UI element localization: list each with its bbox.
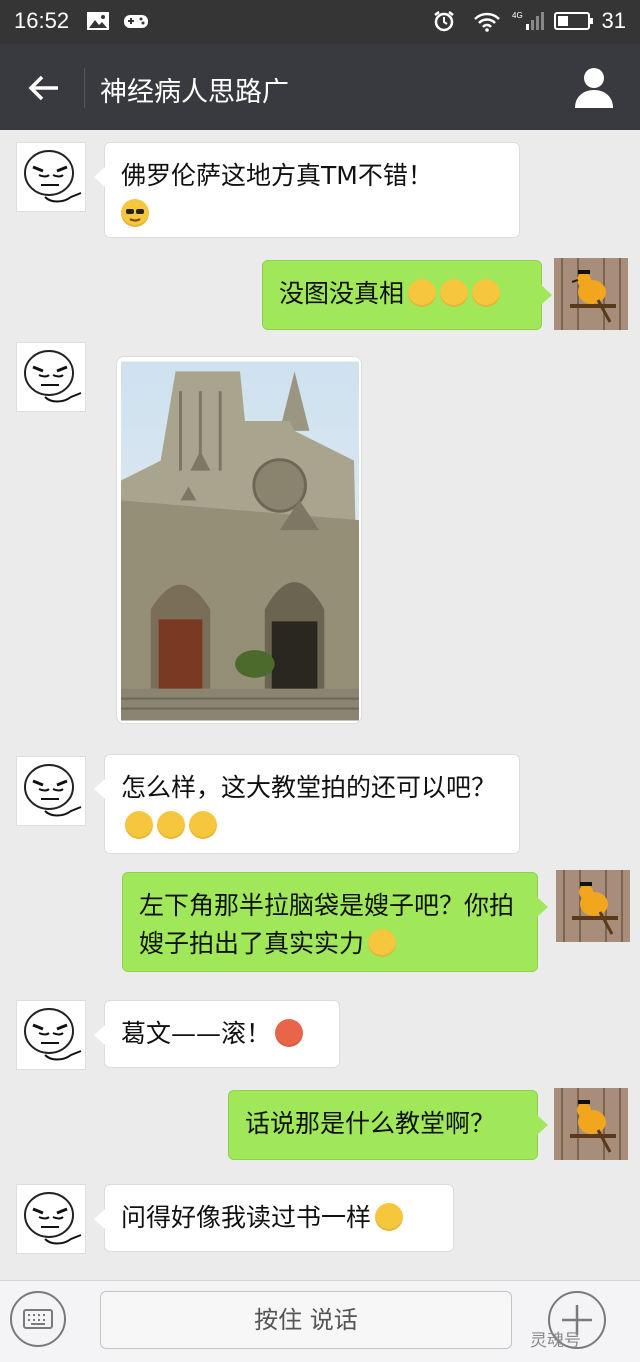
message-bubble[interactable]: 佛罗伦萨这地方真TM不错！ bbox=[94, 142, 520, 238]
my-avatar[interactable] bbox=[554, 1088, 628, 1160]
grin-face-icon bbox=[125, 811, 153, 839]
svg-text:4G: 4G bbox=[512, 11, 523, 20]
my-avatar[interactable] bbox=[554, 258, 628, 330]
my-avatar[interactable] bbox=[556, 870, 630, 942]
watermark: 灵魂号 bbox=[530, 1331, 581, 1351]
friend-avatar[interactable] bbox=[16, 1000, 86, 1070]
message-bubble[interactable]: 问得好像我读过书一样 bbox=[94, 1184, 454, 1252]
sleepy-face-icon bbox=[440, 279, 469, 307]
message-bubble[interactable]: 左下角那半拉脑袋是嫂子吧？你拍嫂子拍出了真实实力 bbox=[122, 872, 548, 972]
friend-avatar[interactable] bbox=[16, 342, 86, 412]
message-text: 话说那是什么教堂啊？ bbox=[245, 1109, 496, 1138]
status-bar: 16:52 4G 31 bbox=[0, 0, 640, 44]
rage-face-icon bbox=[24, 764, 82, 817]
cool-sunglasses-icon bbox=[121, 199, 149, 227]
bird-icon bbox=[554, 1088, 628, 1160]
gallery-icon bbox=[87, 12, 109, 30]
signal-4g-icon: 4G bbox=[512, 11, 544, 30]
chat-header: 神经病人思路广 bbox=[0, 44, 640, 130]
grin-face-icon bbox=[157, 811, 185, 839]
angry-face-icon bbox=[275, 1019, 304, 1047]
chat-title: 神经病人思路广 bbox=[100, 77, 289, 108]
gamepad-icon bbox=[124, 15, 148, 28]
message-bubble[interactable]: 怎么样，这大教堂拍的还可以吧？ bbox=[94, 754, 520, 854]
alarm-icon bbox=[434, 11, 454, 32]
rage-face-icon bbox=[24, 1192, 82, 1245]
message-bubble[interactable]: 葛文——滚！ bbox=[94, 1000, 340, 1068]
friend-avatar[interactable] bbox=[16, 1184, 86, 1254]
friend-avatar[interactable] bbox=[16, 142, 86, 212]
back-arrow-icon[interactable] bbox=[24, 68, 64, 108]
grin-face-icon bbox=[189, 811, 217, 839]
message-bubble[interactable]: 没图没真相 bbox=[262, 260, 552, 330]
friend-avatar[interactable] bbox=[16, 756, 86, 826]
cathedral-photo bbox=[121, 361, 359, 721]
keyboard-toggle-button[interactable] bbox=[10, 1291, 66, 1347]
image-message[interactable] bbox=[116, 356, 362, 724]
sleepy-face-icon bbox=[472, 279, 501, 307]
title-divider bbox=[84, 68, 85, 108]
rage-face-icon bbox=[24, 1008, 82, 1061]
message-text: 佛罗伦萨这地方真TM不错！ bbox=[121, 161, 433, 190]
message-text: 问得好像我读过书一样 bbox=[121, 1203, 372, 1232]
bird-icon bbox=[556, 870, 630, 942]
message-list[interactable]: 佛罗伦萨这地方真TM不错！ 没图没真相 怎么样，这大教堂拍的还可以吧？ 左下角那… bbox=[0, 130, 640, 1280]
battery-icon bbox=[554, 12, 593, 30]
message-text: 左下角那半拉脑袋是嫂子吧？你拍嫂子拍出了真实实力 bbox=[139, 891, 515, 958]
message-text: 怎么样，这大教堂拍的还可以吧？ bbox=[121, 773, 497, 802]
battery-percent: 31 bbox=[601, 8, 626, 33]
message-text: 葛文——滚！ bbox=[121, 1019, 272, 1048]
hold-to-talk-button[interactable]: 按住 说话 bbox=[100, 1291, 512, 1349]
profile-icon[interactable] bbox=[572, 64, 616, 110]
keyboard-icon bbox=[23, 1309, 53, 1329]
thumbs-up-icon bbox=[368, 929, 397, 957]
confused-face-icon bbox=[375, 1203, 404, 1231]
message-bubble[interactable]: 话说那是什么教堂啊？ bbox=[228, 1090, 548, 1160]
status-time: 16:52 bbox=[14, 8, 70, 33]
message-text: 没图没真相 bbox=[279, 279, 405, 308]
bird-icon bbox=[554, 258, 628, 330]
wifi-icon bbox=[474, 12, 500, 32]
rage-face-icon bbox=[24, 150, 82, 203]
rage-face-icon bbox=[24, 350, 82, 403]
sleepy-face-icon bbox=[408, 279, 437, 307]
